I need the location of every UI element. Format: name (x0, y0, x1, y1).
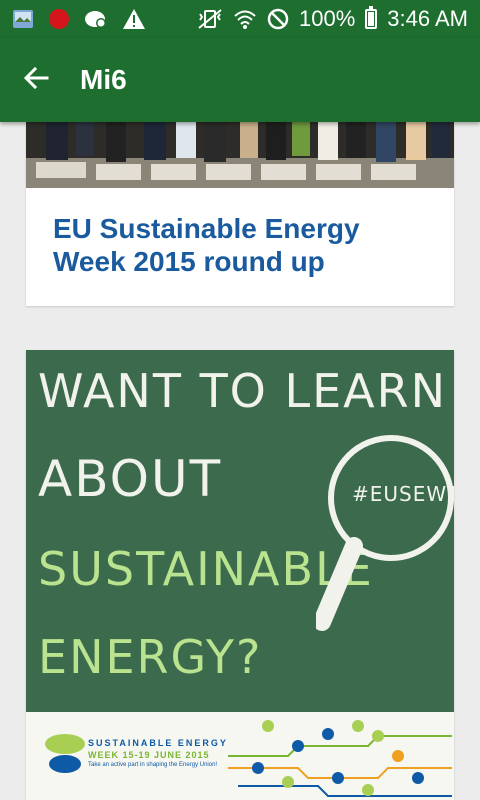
wifi-icon (233, 8, 257, 30)
magnifier-icon (316, 435, 454, 631)
article-image: WANT TO LEARN ABOUT SUSTAINABLE ENERGY? … (26, 350, 454, 712)
poster-line: ABOUT (38, 450, 223, 508)
banner-tagline: Take an active part in shaping the Energ… (88, 762, 218, 768)
event-banner: SUSTAINABLE ENERGY WEEK 15-19 JUNE 2015 … (26, 712, 454, 800)
warning-icon (122, 8, 146, 30)
page-title: Mi6 (80, 64, 127, 95)
status-bar: 100% 3:46 AM (0, 0, 480, 38)
eusew-logo-icon (45, 734, 85, 773)
arrow-back-icon (23, 66, 49, 95)
article-card[interactable]: WANT TO LEARN ABOUT SUSTAINABLE ENERGY? … (26, 350, 454, 800)
app-bar: Mi6 (0, 38, 480, 122)
battery-percent: 100% (299, 6, 356, 31)
back-button[interactable] (0, 38, 72, 122)
vibrate-mute-icon (197, 8, 223, 30)
poster-line: ENERGY? (38, 630, 263, 684)
do-not-disturb-icon (267, 8, 289, 30)
record-icon (48, 8, 70, 30)
clock: 3:46 AM (387, 6, 468, 31)
energy-circuit-graphic (228, 720, 452, 797)
drive-sync-icon (84, 8, 108, 30)
banner-dates: WEEK 15-19 JUNE 2015 (88, 750, 210, 760)
poster-hashtag: #EUSEW15 (352, 482, 454, 506)
article-title[interactable]: EU Sustainable Energy Week 2015 round up (53, 212, 433, 278)
banner-title: SUSTAINABLE ENERGY (88, 738, 228, 748)
article-list[interactable]: EU Sustainable Energy Week 2015 round up… (0, 122, 480, 800)
poster-line: WANT TO LEARN (38, 364, 448, 418)
photo-notification-icon (12, 8, 34, 30)
article-card[interactable]: EU Sustainable Energy Week 2015 round up (26, 122, 454, 306)
article-image (26, 122, 454, 188)
battery-icon (365, 6, 378, 29)
